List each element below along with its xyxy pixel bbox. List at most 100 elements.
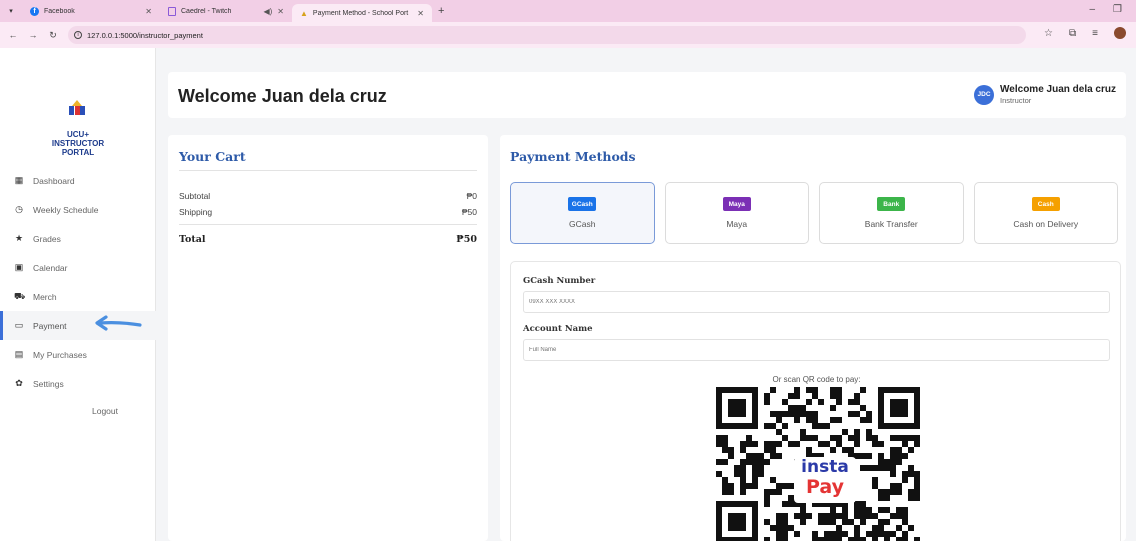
browser-address-bar: ← → ↻ i 127.0.0.1:5000/instructor_paymen… (0, 22, 1136, 48)
facebook-icon: f (30, 6, 39, 16)
payment-option-gcash[interactable]: GCash GCash (510, 182, 655, 244)
page-title: Welcome Juan dela cruz (178, 86, 387, 106)
window-controls: – ❐ (1089, 4, 1122, 15)
cash-badge: Cash (1031, 197, 1060, 211)
url-field[interactable]: i 127.0.0.1:5000/instructor_payment (68, 26, 1026, 44)
payment-option-cash-on-delivery[interactable]: Cash Cash on Delivery (973, 182, 1118, 244)
divider (179, 224, 477, 225)
browser-tab-payment[interactable]: ▲ Payment Method - School Port ✕ (292, 4, 432, 22)
sidebar-item-my-purchases[interactable]: ▤ My Purchases (0, 340, 156, 369)
browser-tab-twitch[interactable]: Caedrel - Twitch ◀) ✕ (160, 0, 292, 22)
gcash-form: GCash Number Account Name Or scan QR cod… (510, 261, 1121, 541)
maya-badge: Maya (722, 197, 751, 211)
divider (179, 170, 477, 171)
method-label: Cash on Delivery (1013, 219, 1079, 229)
brand-line: UCU+ (66, 130, 89, 139)
subtotal-row: Subtotal ₱0 (179, 191, 477, 201)
sidebar-item-merch[interactable]: ⛟ Merch (0, 282, 156, 311)
tab-list-dropdown-icon[interactable]: ▾ (0, 7, 22, 15)
instapay-logo: insta Pay (794, 457, 856, 503)
payment-methods-title: Payment Methods (510, 149, 636, 164)
grid-icon: ▦ (14, 175, 24, 185)
school-logo-icon (68, 100, 86, 116)
gcash-number-field[interactable] (523, 291, 1110, 313)
payment-option-maya[interactable]: Maya Maya (664, 182, 809, 244)
sidebar-item-label: Merch (33, 291, 57, 302)
tab-title: Caedrel - Twitch (181, 7, 232, 15)
tab-title: Payment Method - School Port (312, 9, 409, 17)
new-tab-icon[interactable]: + (438, 5, 444, 17)
reading-list-icon[interactable]: ≡ (1092, 28, 1098, 39)
minimize-icon[interactable]: – (1089, 4, 1095, 15)
audio-playing-icon[interactable]: ◀) (263, 7, 272, 16)
site-info-icon[interactable]: i (74, 31, 82, 39)
payment-option-bank-transfer[interactable]: Bank Bank Transfer (819, 182, 964, 244)
subtotal-value: ₱0 (466, 191, 477, 201)
gcash-badge: GCash (568, 197, 597, 211)
sidebar: UCU+ INSTRUCTOR PORTAL ▦ Dashboard ◷ Wee… (0, 48, 156, 541)
browser-tab-bar: ▾ f Facebook ✕ Caedrel - Twitch ◀) ✕ ▲ P… (0, 0, 1136, 22)
cart-card: Your Cart Subtotal ₱0 Shipping ₱50 Total… (168, 135, 488, 541)
close-tab-icon[interactable]: ✕ (145, 7, 152, 16)
reload-icon[interactable]: ↻ (46, 30, 60, 41)
sidebar-item-label: Grades (33, 233, 61, 244)
sidebar-item-label: Payment (33, 320, 67, 331)
gear-icon: ✿ (15, 378, 23, 388)
total-value: ₱50 (456, 234, 477, 245)
user-info: Welcome Juan dela cruz Instructor (1000, 84, 1116, 105)
method-label: Maya (726, 219, 748, 229)
credit-card-icon: ▭ (14, 320, 24, 330)
cart-title: Your Cart (179, 149, 246, 164)
school-favicon-icon: ▲ (300, 8, 308, 18)
qr-caption: Or scan QR code to pay: (772, 375, 861, 384)
method-label: GCash (569, 219, 596, 229)
account-name-field[interactable] (523, 339, 1110, 361)
shipping-label: Shipping (179, 207, 213, 217)
brand-line: INSTRUCTOR (51, 139, 105, 148)
bookmark-star-icon[interactable]: ☆ (1044, 28, 1053, 39)
shipping-value: ₱50 (461, 207, 477, 217)
account-name-label: Account Name (523, 324, 593, 334)
sidebar-item-grades[interactable]: ★ Grades (0, 224, 156, 253)
user-name: Welcome Juan dela cruz (1000, 84, 1116, 95)
close-tab-icon[interactable]: ✕ (277, 7, 284, 16)
payment-card: Payment Methods GCash GCash Maya Maya Ba… (500, 135, 1126, 541)
shipping-row: Shipping ₱50 (179, 207, 477, 217)
clock-icon: ◷ (15, 204, 23, 214)
sidebar-item-label: My Purchases (33, 349, 87, 360)
total-label: Total (179, 234, 206, 245)
forward-icon[interactable]: → (26, 30, 40, 40)
receipt-icon: ▤ (14, 349, 24, 359)
sidebar-item-label: Dashboard (33, 175, 75, 186)
close-tab-icon[interactable]: ✕ (417, 9, 424, 18)
method-label: Bank Transfer (864, 219, 918, 229)
user-role: Instructor (1000, 96, 1032, 105)
restore-icon[interactable]: ❐ (1113, 4, 1122, 15)
browser-tab-facebook[interactable]: f Facebook ✕ (22, 0, 160, 22)
tab-title: Facebook (44, 7, 75, 15)
subtotal-label: Subtotal (179, 191, 211, 201)
sidebar-item-label: Calendar (33, 262, 68, 273)
back-icon[interactable]: ← (6, 30, 20, 40)
url-text: 127.0.0.1:5000/instructor_payment (87, 30, 203, 40)
brand-line: PORTAL (61, 148, 95, 157)
sidebar-item-weekly-schedule[interactable]: ◷ Weekly Schedule (0, 195, 156, 224)
calendar-icon: ▣ (14, 262, 24, 272)
bank-badge: Bank (877, 197, 906, 211)
annotation-arrow-icon (95, 315, 142, 331)
payment-method-options: GCash GCash Maya Maya Bank Bank Transfer… (510, 182, 1118, 244)
instapay-logo-text: Pay (805, 476, 845, 498)
sidebar-nav: ▦ Dashboard ◷ Weekly Schedule ★ Grades ▣… (0, 166, 156, 398)
avatar[interactable]: JDC (974, 84, 995, 105)
user-profile[interactable]: JDC Welcome Juan dela cruz Instructor (974, 84, 1116, 105)
sidebar-item-calendar[interactable]: ▣ Calendar (0, 253, 156, 282)
qr-code: insta Pay (716, 387, 920, 541)
sidebar-item-dashboard[interactable]: ▦ Dashboard (0, 166, 156, 195)
extensions-icon[interactable]: ⧉ (1069, 28, 1076, 39)
twitch-icon (168, 6, 176, 16)
sidebar-item-settings[interactable]: ✿ Settings (0, 369, 156, 398)
instapay-logo-text: insta (801, 457, 849, 477)
gcash-number-label: GCash Number (523, 276, 596, 286)
profile-avatar-icon[interactable] (1114, 27, 1126, 39)
total-row: Total ₱50 (179, 234, 477, 245)
